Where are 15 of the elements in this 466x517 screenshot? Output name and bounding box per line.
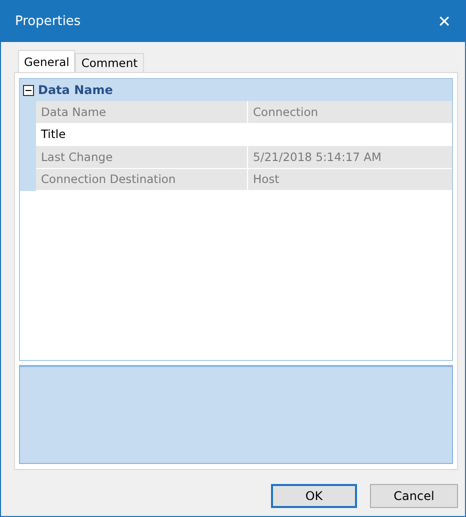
- property-value[interactable]: 5/21/2018 5:14:17 AM: [248, 146, 452, 168]
- ok-button[interactable]: OK: [271, 484, 357, 508]
- cancel-button[interactable]: Cancel: [370, 484, 458, 508]
- tab[interactable]: Comment: [75, 53, 144, 72]
- property-name[interactable]: Connection Destination: [36, 168, 248, 191]
- property-value[interactable]: Host: [248, 168, 452, 191]
- category-label: Data Name: [38, 83, 113, 97]
- window-title: Properties: [15, 14, 81, 28]
- category-row[interactable]: Data Name: [20, 79, 452, 101]
- property-name[interactable]: Last Change: [36, 146, 248, 168]
- collapse-icon[interactable]: [23, 84, 34, 96]
- tab[interactable]: General: [18, 50, 76, 72]
- close-button[interactable]: ✕: [436, 12, 453, 30]
- property-name[interactable]: Data Name: [36, 101, 248, 124]
- property-value[interactable]: Connection: [248, 101, 452, 124]
